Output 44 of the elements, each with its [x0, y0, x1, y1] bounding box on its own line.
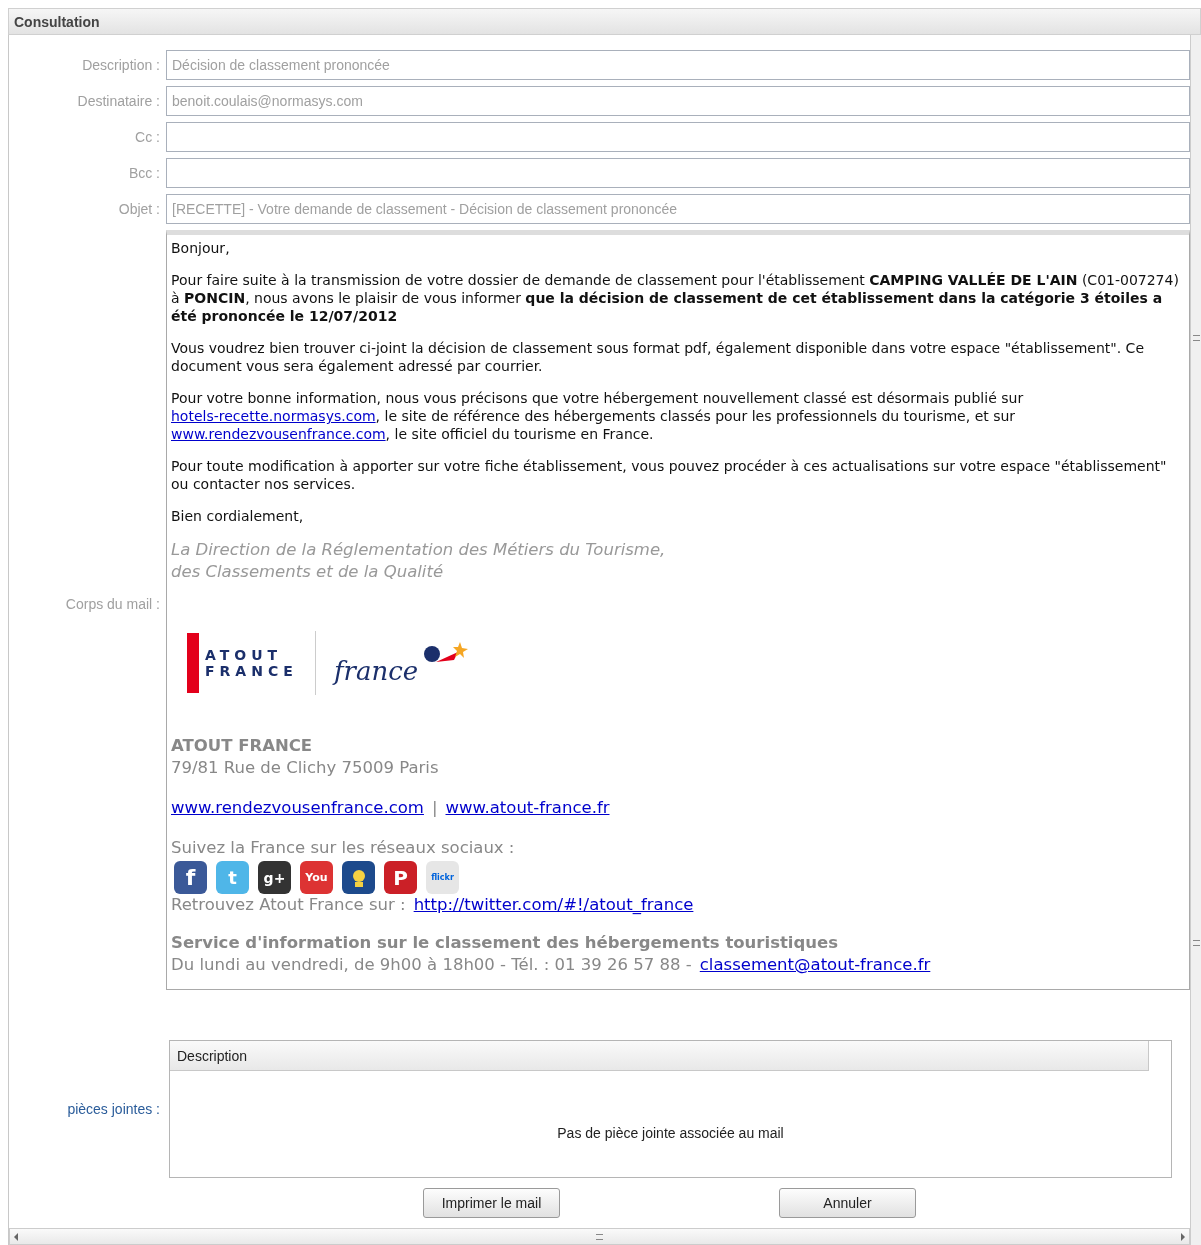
service-title: Service d'information sur le classement des hébergements touristiques — [171, 932, 840, 954]
paragraph: Pour faire suite à la transmission de votre dossier de demande de classement pour l'établissement CAMPING VALLÉE DE L'AIN (C01-007274) à PONCIN, nous avons le plaisir de vous informer que la décision de classement de cet établissement dans la catégorie 3 étoiles a été prononcée le 12/07/2012 — [171, 271, 1180, 325]
link[interactable]: www.rendezvousenfrance.com — [171, 797, 424, 819]
pinterest-icon[interactable]: P — [384, 861, 417, 894]
signature-line: La Direction de la Réglementation des Métiers du Tourisme, — [171, 539, 667, 561]
field-label: Objet : — [117, 201, 160, 217]
paragraph: Pour toute modification à apporter sur votre fiche établissement, vous pouvez procéder à ces actualisations sur votre espace "établissement" ou contacter nos services. — [171, 457, 1168, 493]
paragraph: Pour votre bonne information, nous vous précisons que votre hébergement nouvellement classé est désormais publié sur hotels-recette.normasys.com, le site de référence des hébergements classés pour les professionnels du tourisme, et sur www.rendezvousenfrance.com, le site officiel du tourisme en France. — [171, 389, 1025, 443]
address: 79/81 Rue de Clichy 75009 Paris — [171, 757, 440, 779]
twitter-caption: Retrouvez Atout France sur : — [171, 894, 406, 916]
googleplus-icon[interactable]: g+ — [258, 861, 291, 894]
empty-message: Pas de pièce jointe associée au mail — [557, 1125, 784, 1141]
link[interactable]: www.atout-france.fr — [445, 797, 610, 819]
youtube-icon[interactable]: You — [300, 861, 333, 894]
print-button[interactable]: Imprimer le mail — [423, 1188, 560, 1218]
field-label: Description : — [81, 57, 160, 73]
column-header[interactable]: Description — [170, 1041, 1149, 1071]
paragraph: Vous voudrez bien trouver ci-joint la décision de classement sous format pdf, également disponible dans votre espace "établissement". Ce document vous sera également adressé par courrier. — [171, 339, 1145, 375]
field-label: Cc : — [134, 129, 160, 145]
signature-line: des Classements et de la Qualité — [171, 561, 445, 583]
field-label: Destinataire : — [76, 93, 160, 109]
text-field[interactable] — [166, 122, 1190, 152]
paragraph: Bonjour, — [171, 239, 231, 257]
link[interactable]: classement@atout-france.fr — [699, 954, 931, 976]
paragraph: Bien cordialement, — [171, 507, 305, 525]
france-logo: france — [334, 638, 469, 688]
atout-france-logo: ATOUT FRANCE — [187, 633, 297, 693]
horizontal-scrollbar[interactable] — [9, 1228, 1190, 1245]
field-label: Bcc : — [127, 165, 160, 181]
facebook-icon[interactable]: f — [174, 861, 207, 894]
vertical-scrollbar[interactable] — [1190, 35, 1201, 1245]
opening-hours: Du lundi au vendredi, de 9h00 à 18h00 - Tél. : 01 39 26 57 88 - — [171, 954, 692, 976]
flickr-icon[interactable]: flickr — [426, 861, 459, 894]
field-label: Corps du mail : — [64, 595, 160, 612]
cancel-button[interactable]: Annuler — [779, 1188, 916, 1218]
social-caption: Suivez la France sur les réseaux sociaux : — [171, 837, 516, 859]
separator: | — [431, 797, 438, 819]
link[interactable]: hotels-recette.normasys.com — [171, 408, 376, 424]
dialog-title: Consultation — [8, 8, 1201, 35]
link[interactable]: http://twitter.com/#!/atout_france — [413, 894, 694, 916]
organization-name: ATOUT FRANCE — [171, 735, 314, 757]
text-field[interactable] — [166, 158, 1190, 188]
link[interactable]: www.rendezvousenfrance.com — [171, 426, 386, 442]
field-label: pièces jointes : — [66, 1101, 160, 1117]
